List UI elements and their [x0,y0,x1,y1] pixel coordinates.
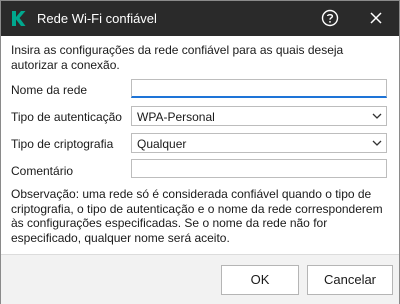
network-name-field[interactable] [131,79,387,98]
cancel-button[interactable]: Cancelar [307,265,393,295]
title-bar: Rede Wi-Fi confiável [1,1,399,36]
dialog-title: Rede Wi-Fi confiável [37,11,157,26]
chevron-down-icon [372,140,382,146]
dialog-footer: OK Cancelar [1,254,399,304]
comment-label: Comentário [11,164,74,178]
encryption-type-value: Qualquer [137,137,187,151]
encryption-type-label: Tipo de criptografia [11,137,114,151]
network-name-label: Nome da rede [11,83,88,97]
observation-note: Observação: uma rede só é considerada co… [11,187,383,245]
comment-input[interactable] [132,160,386,177]
intro-text: Insira as configurações da rede confiáve… [11,43,344,72]
close-icon[interactable] [367,9,385,27]
comment-field[interactable] [131,159,387,178]
encryption-type-select[interactable]: Qualquer [131,133,387,153]
chevron-down-icon [372,113,382,119]
network-name-input[interactable] [132,80,386,96]
trusted-wifi-dialog: Rede Wi-Fi confiável Insira as configura… [0,0,400,304]
ok-button[interactable]: OK [221,265,299,295]
auth-type-label: Tipo de autenticação [11,110,122,124]
kaspersky-logo-icon [12,11,26,26]
auth-type-select[interactable]: WPA-Personal [131,106,387,126]
help-icon[interactable] [321,9,339,27]
auth-type-value: WPA-Personal [137,110,215,124]
